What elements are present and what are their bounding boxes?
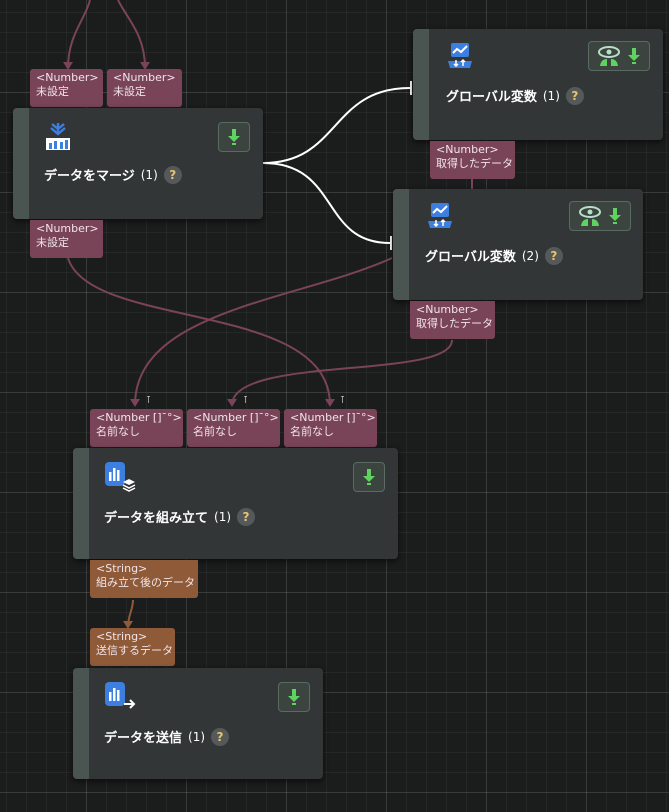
preview-icon[interactable]: [597, 45, 621, 67]
port-label: 名前なし: [290, 425, 334, 438]
wire-arrowhead: [325, 399, 335, 407]
port-label: 取得したデータ: [416, 317, 493, 330]
port-type: <Number []¯°>: [193, 411, 279, 424]
preview-icon[interactable]: [578, 205, 602, 227]
node-drag-handle[interactable]: [73, 668, 89, 779]
port-type: <Number []¯°>: [290, 411, 376, 424]
assemble-node-title: データを組み立て (1) ?: [104, 507, 256, 526]
node-title-text: グローバル変数: [425, 250, 516, 265]
port-type: <String>: [96, 630, 148, 643]
send-icon: [105, 682, 136, 709]
node-action-box: [569, 201, 631, 231]
node-drag-handle[interactable]: [73, 448, 89, 559]
global2-node-title: グローバル変数 (2) ?: [425, 246, 563, 265]
assemble-input-port-3[interactable]: <Number []¯°> 名前なし: [284, 409, 377, 447]
send-data-node[interactable]: データを送信 (1) ?: [73, 668, 323, 779]
port-type: <Number>: [36, 222, 99, 235]
node-count: (1): [542, 88, 560, 103]
merge-node[interactable]: データをマージ (1) ?: [13, 108, 263, 219]
port-type: <String>: [96, 562, 148, 575]
node-drag-handle[interactable]: [413, 29, 429, 140]
wire-merge-to-assemble-3: [67, 257, 331, 406]
input-pin-marker: ⊺: [340, 395, 346, 406]
download-icon: [363, 469, 375, 485]
exec-wire-merge-global2: [262, 162, 391, 244]
port-label: 取得したデータ: [436, 157, 513, 170]
download-button[interactable]: [218, 122, 250, 152]
node-count: (1): [140, 167, 158, 182]
wire-arrowhead: [130, 399, 140, 407]
merge-input-port-2[interactable]: <Number> 未設定: [107, 69, 182, 107]
global2-output-port[interactable]: <Number> 取得したデータ: [410, 301, 495, 339]
node-action-box: [588, 41, 650, 71]
global-variable-node-1[interactable]: グローバル変数 (1) ?: [413, 29, 663, 140]
merge-output-port[interactable]: <Number> 未設定: [30, 220, 103, 258]
node-drag-handle[interactable]: [393, 189, 409, 300]
send-input-port[interactable]: <String> 送信するデータ: [90, 628, 175, 666]
wire-arrowhead: [227, 399, 237, 407]
node-title-text: データを送信: [104, 731, 183, 746]
merge-node-title: データをマージ (1) ?: [44, 165, 182, 184]
send-node-title: データを送信 (1) ?: [104, 727, 230, 746]
exec-wire-merge-global1: [262, 87, 411, 164]
node-title-text: データを組み立て: [104, 511, 209, 526]
port-type: <Number>: [113, 71, 176, 84]
node-drag-handle[interactable]: [13, 108, 29, 219]
assemble-input-port-2[interactable]: <Number []¯°> 名前なし: [187, 409, 280, 447]
node-count: (1): [188, 729, 206, 744]
chart-icon: [428, 203, 452, 228]
input-pin-marker: ⊺: [243, 395, 249, 406]
help-icon[interactable]: ?: [544, 246, 563, 265]
wire-global2-to-assemble-1: [134, 257, 393, 406]
assemble-data-node[interactable]: データを組み立て (1) ?: [73, 448, 398, 559]
port-type: <Number>: [36, 71, 99, 84]
download-icon[interactable]: [627, 47, 641, 65]
port-label: 未設定: [36, 85, 69, 98]
wire-to-merge-input-2: [117, 0, 146, 69]
global1-output-port[interactable]: <Number> 取得したデータ: [430, 141, 515, 179]
merge-input-port-1[interactable]: <Number> 未設定: [30, 69, 103, 107]
port-label: 未設定: [113, 85, 146, 98]
port-label: 組み立て後のデータ: [96, 576, 195, 589]
download-icon: [228, 129, 240, 145]
node-count: (1): [214, 509, 232, 524]
download-button[interactable]: [353, 462, 385, 492]
download-icon[interactable]: [608, 207, 622, 225]
port-label: 名前なし: [193, 425, 237, 438]
help-icon[interactable]: ?: [565, 86, 584, 105]
download-button[interactable]: [278, 682, 310, 712]
port-label: 送信するデータ: [96, 644, 173, 657]
node-count: (2): [521, 248, 539, 263]
wire-to-merge-input-1: [67, 0, 91, 69]
download-icon: [288, 689, 300, 705]
help-icon[interactable]: ?: [237, 507, 256, 526]
merge-icon: [46, 123, 70, 150]
assemble-icon: [105, 462, 136, 492]
chart-icon: [448, 43, 472, 68]
port-type: <Number>: [416, 303, 479, 316]
port-label: 未設定: [36, 236, 69, 249]
help-icon[interactable]: ?: [211, 727, 230, 746]
node-title-text: データをマージ: [44, 169, 135, 184]
port-label: 名前なし: [96, 425, 140, 438]
help-icon[interactable]: ?: [163, 165, 182, 184]
port-type: <Number []¯°>: [96, 411, 182, 424]
global1-node-title: グローバル変数 (1) ?: [446, 86, 584, 105]
input-pin-marker: ⊺: [146, 395, 152, 406]
assemble-output-port[interactable]: <String> 組み立て後のデータ: [90, 560, 198, 598]
node-title-text: グローバル変数: [446, 90, 537, 105]
port-type: <Number>: [436, 143, 499, 156]
global-variable-node-2[interactable]: グローバル変数 (2) ?: [393, 189, 643, 300]
assemble-input-port-1[interactable]: <Number []¯°> 名前なし: [90, 409, 183, 447]
